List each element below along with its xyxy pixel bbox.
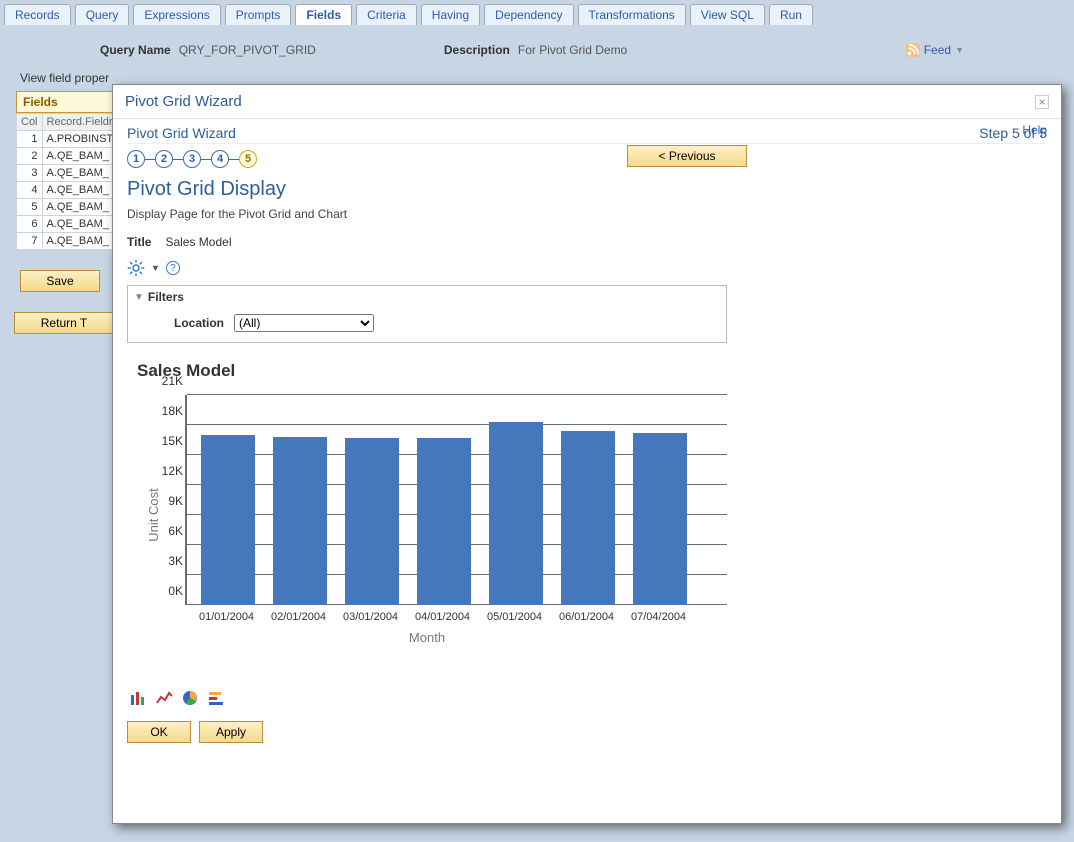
- section-subtitle: Display Page for the Pivot Grid and Char…: [127, 207, 1047, 221]
- bar[interactable]: [561, 431, 615, 605]
- chart-type-toolbar: [129, 689, 1047, 707]
- xtick-label: 06/01/2004: [559, 611, 613, 623]
- description-value: For Pivot Grid Demo: [518, 43, 627, 57]
- bar[interactable]: [345, 438, 399, 605]
- query-name-label: Query Name: [100, 43, 171, 57]
- table-row[interactable]: 2A.QE_BAM_: [17, 148, 120, 165]
- ytick-label: 15K: [145, 434, 183, 448]
- tab-dependency[interactable]: Dependency: [484, 4, 573, 25]
- fields-panel: Fields Col Record.Fieldn 1A.PROBINST2A.Q…: [16, 91, 116, 250]
- grid-title-label: Title: [127, 235, 151, 249]
- xtick-label: 07/04/2004: [631, 611, 685, 623]
- bar-chart-icon[interactable]: [129, 689, 147, 707]
- ytick-label: 21K: [145, 374, 183, 388]
- tab-transformations[interactable]: Transformations: [578, 4, 686, 25]
- bar[interactable]: [489, 422, 543, 605]
- wizard-name: Pivot Grid Wizard: [127, 125, 236, 141]
- xtick-label: 01/01/2004: [199, 611, 253, 623]
- table-row[interactable]: 3A.QE_BAM_: [17, 165, 120, 182]
- step-4-circle[interactable]: 4: [211, 150, 229, 168]
- apply-button[interactable]: Apply: [199, 721, 263, 743]
- step-5-circle[interactable]: 5: [239, 150, 257, 168]
- xtick-label: 05/01/2004: [487, 611, 541, 623]
- step-2-circle[interactable]: 2: [155, 150, 173, 168]
- bar[interactable]: [417, 438, 471, 605]
- wizard-header-row: Pivot Grid Wizard Step 5 of 5: [127, 125, 1047, 144]
- feed-link[interactable]: Feed ▼: [906, 43, 964, 57]
- help-link[interactable]: Help: [1022, 123, 1047, 137]
- ytick-label: 6K: [145, 524, 183, 538]
- main-tabbar: RecordsQueryExpressionsPromptsFieldsCrit…: [0, 0, 1074, 25]
- grid-title-value: Sales Model: [165, 235, 231, 249]
- table-row[interactable]: 5A.QE_BAM_: [17, 199, 120, 216]
- line-chart-icon[interactable]: [155, 689, 173, 707]
- bar[interactable]: [273, 437, 327, 605]
- feed-label: Feed: [924, 43, 951, 57]
- ytick-label: 12K: [145, 464, 183, 478]
- settings-gear-button[interactable]: [127, 259, 145, 277]
- tab-criteria[interactable]: Criteria: [356, 4, 417, 25]
- ytick-label: 18K: [145, 404, 183, 418]
- fields-table: Col Record.Fieldn 1A.PROBINST2A.QE_BAM_3…: [16, 113, 120, 250]
- bar-chart: Unit Cost 0K3K6K9K12K15K18K21K 01/01/200…: [127, 385, 727, 645]
- collapse-triangle-icon: ▼: [134, 292, 144, 303]
- modal-titlebar: Pivot Grid Wizard ×: [113, 85, 1061, 119]
- ytick-label: 9K: [145, 494, 183, 508]
- grid-title-row: Title Sales Model: [127, 235, 1047, 249]
- bar[interactable]: [633, 433, 687, 605]
- tab-having[interactable]: Having: [421, 4, 480, 25]
- modal-title-text: Pivot Grid Wizard: [125, 93, 242, 110]
- fields-col-header-recfield[interactable]: Record.Fieldn: [42, 114, 119, 131]
- tab-query[interactable]: Query: [75, 4, 130, 25]
- chart-xlabel: Month: [127, 630, 727, 645]
- tab-run[interactable]: Run: [769, 4, 813, 25]
- tab-expressions[interactable]: Expressions: [133, 4, 220, 25]
- chart-title: Sales Model: [137, 361, 1047, 381]
- xtick-label: 03/01/2004: [343, 611, 397, 623]
- pivot-grid-wizard-modal: Pivot Grid Wizard × Help Pivot Grid Wiza…: [112, 84, 1062, 824]
- bar[interactable]: [201, 435, 255, 605]
- return-button[interactable]: Return T: [14, 312, 114, 334]
- xtick-label: 02/01/2004: [271, 611, 325, 623]
- rss-icon: [906, 43, 920, 57]
- step-3-circle[interactable]: 3: [183, 150, 201, 168]
- ytick-label: 0K: [145, 584, 183, 598]
- table-row[interactable]: 4A.QE_BAM_: [17, 182, 120, 199]
- save-button[interactable]: Save: [20, 270, 100, 292]
- section-title: Pivot Grid Display: [127, 178, 1047, 201]
- location-filter-label: Location: [174, 316, 224, 330]
- dropdown-caret-icon: ▼: [955, 45, 964, 55]
- table-row[interactable]: 6A.QE_BAM_: [17, 216, 120, 233]
- previous-button[interactable]: < Previous: [627, 145, 747, 167]
- fields-panel-title: Fields: [16, 91, 116, 113]
- ytick-label: 3K: [145, 554, 183, 568]
- tab-fields[interactable]: Fields: [295, 4, 352, 25]
- modal-close-button[interactable]: ×: [1035, 95, 1049, 109]
- help-icon[interactable]: ?: [166, 261, 180, 275]
- description-label: Description: [444, 43, 510, 57]
- xtick-label: 04/01/2004: [415, 611, 469, 623]
- fields-col-header-col[interactable]: Col: [17, 114, 43, 131]
- table-row[interactable]: 7A.QE_BAM_: [17, 233, 120, 250]
- step-1-circle[interactable]: 1: [127, 150, 145, 168]
- tab-prompts[interactable]: Prompts: [225, 4, 292, 25]
- query-name-value: QRY_FOR_PIVOT_GRID: [179, 43, 316, 57]
- location-filter-select[interactable]: (All): [234, 314, 374, 332]
- filters-panel: ▼ Filters Location (All): [127, 285, 727, 343]
- pie-chart-icon[interactable]: [181, 689, 199, 707]
- hbar-chart-icon[interactable]: [207, 689, 225, 707]
- ok-button[interactable]: OK: [127, 721, 191, 743]
- wizard-step-indicator: 1 2 3 4 5: [127, 150, 257, 168]
- filters-header[interactable]: ▼ Filters: [134, 290, 720, 304]
- dropdown-caret-icon[interactable]: ▼: [151, 263, 160, 273]
- chart-container: Sales Model Unit Cost 0K3K6K9K12K15K18K2…: [127, 361, 1047, 645]
- table-row[interactable]: 1A.PROBINST: [17, 131, 120, 148]
- tab-records[interactable]: Records: [4, 4, 71, 25]
- gear-icon: [127, 259, 145, 277]
- tab-view-sql[interactable]: View SQL: [690, 4, 765, 25]
- query-header: Query Name QRY_FOR_PIVOT_GRID Descriptio…: [0, 25, 1074, 67]
- filters-label: Filters: [148, 290, 184, 304]
